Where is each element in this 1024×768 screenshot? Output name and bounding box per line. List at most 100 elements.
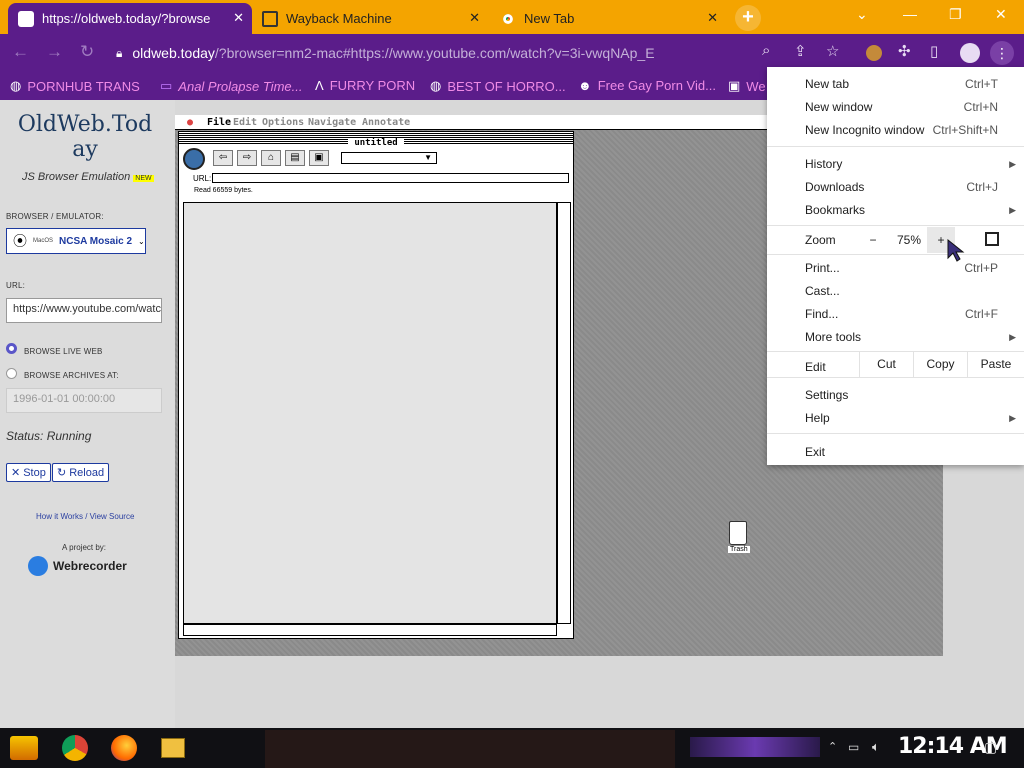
- archive-building-icon: [262, 10, 278, 27]
- chevron-up-icon[interactable]: ⌃: [828, 740, 837, 753]
- menu-navigate[interactable]: Navigate: [308, 117, 356, 128]
- menu-downloads[interactable]: Downloads: [805, 180, 864, 194]
- menu-more-tools[interactable]: More tools: [805, 330, 861, 344]
- notification-icon[interactable]: ▢: [984, 739, 997, 756]
- back-arrow-icon[interactable]: ⇦: [213, 150, 233, 166]
- menu-file[interactable]: File: [207, 117, 231, 128]
- new-badge: NEW: [133, 175, 154, 182]
- menu-help[interactable]: Help: [805, 411, 830, 425]
- save-icon[interactable]: ▣: [309, 150, 329, 166]
- menu-find[interactable]: Find...: [805, 307, 838, 321]
- tab-search-icon[interactable]: ⌄: [856, 6, 868, 23]
- bookmark-item[interactable]: ◍ BEST OF HORRO...: [430, 78, 566, 94]
- menu-kebab-icon[interactable]: ⋮: [990, 41, 1014, 65]
- zoom-magnifier-icon[interactable]: ⌕: [762, 42, 770, 59]
- window-title: untitled: [348, 138, 404, 148]
- archive-date-input[interactable]: 1996-01-01 00:00:00: [6, 388, 162, 413]
- firefox-taskbar-icon[interactable]: [111, 735, 137, 761]
- history-dropdown[interactable]: ▼: [341, 152, 437, 164]
- menu-cast[interactable]: Cast...: [805, 284, 840, 298]
- menu-zoom: Zoom: [805, 233, 836, 247]
- bookmark-label: Anal Prolapse Time...: [178, 78, 303, 94]
- menu-new-tab[interactable]: New tab: [805, 77, 849, 91]
- tagline: JS Browser Emulation NEW: [22, 171, 154, 183]
- home-icon[interactable]: ⌂: [261, 150, 281, 166]
- copy-button[interactable]: Copy: [913, 351, 967, 377]
- chevron-right-icon: ▶: [1009, 205, 1016, 215]
- menu-annotate[interactable]: Annotate: [362, 117, 410, 128]
- bookmark-item[interactable]: ▣ We: [728, 78, 766, 94]
- menu-new-window[interactable]: New window: [805, 100, 872, 114]
- browser-label: BROWSER / EMULATOR:: [6, 212, 104, 221]
- url-input[interactable]: https://www.youtube.com/watc: [6, 298, 162, 323]
- vertical-scrollbar[interactable]: [557, 202, 571, 624]
- network-icon[interactable]: ▭: [848, 740, 859, 754]
- bookmark-item[interactable]: ◍ PORNHUB TRANS: [10, 78, 140, 94]
- back-icon[interactable]: ←: [12, 42, 29, 62]
- tab-oldweb[interactable]: https://oldweb.today/?browse ✕: [8, 3, 252, 34]
- menu-options[interactable]: Options: [262, 117, 304, 128]
- trash-label: Trash: [728, 546, 750, 553]
- live-web-radio[interactable]: [6, 343, 17, 354]
- mosaic-content-area[interactable]: [183, 202, 557, 624]
- trash-icon[interactable]: [729, 521, 747, 545]
- tab-wayback[interactable]: Wayback Machine ✕: [252, 3, 488, 34]
- oldweb-sidebar: [0, 100, 175, 728]
- restore-icon[interactable]: ❐: [949, 6, 962, 23]
- mosaic-icon: ⦿: [13, 233, 27, 249]
- close-icon[interactable]: ✕: [707, 10, 718, 26]
- webrecorder-link[interactable]: Webrecorder: [28, 556, 127, 576]
- separator: [767, 377, 1024, 378]
- horizontal-scrollbar[interactable]: [183, 624, 557, 636]
- chevron-down-icon: ⌄: [138, 236, 145, 246]
- menu-incognito[interactable]: New Incognito window: [805, 123, 924, 137]
- menu-print[interactable]: Print...: [805, 261, 840, 275]
- minimize-icon[interactable]: —: [903, 6, 917, 22]
- bookmark-item[interactable]: ▭ Anal Prolapse Time...: [160, 78, 302, 94]
- zoom-out-button[interactable]: −: [859, 227, 887, 253]
- apple-icon[interactable]: ●: [187, 117, 193, 128]
- volume-icon[interactable]: 🔈︎: [872, 739, 880, 755]
- profile-icon[interactable]: [960, 43, 980, 63]
- archive-radio[interactable]: [6, 368, 17, 379]
- close-icon[interactable]: ✕: [233, 10, 244, 26]
- menu-history[interactable]: History: [805, 157, 842, 171]
- window-titlebar[interactable]: untitled: [179, 132, 573, 148]
- reload-icon[interactable]: ↻: [80, 42, 94, 62]
- share-icon[interactable]: ⇪: [794, 42, 807, 60]
- bookmark-icon: ▣: [728, 78, 741, 93]
- close-icon[interactable]: ✕: [469, 10, 480, 26]
- close-window-icon[interactable]: ✕: [995, 6, 1007, 23]
- file-explorer-icon[interactable]: [161, 738, 185, 758]
- extension-avatar-icon[interactable]: [866, 45, 882, 61]
- star-icon[interactable]: ☆: [826, 42, 839, 60]
- puzzle-icon[interactable]: ✣: [898, 42, 911, 60]
- fullscreen-icon[interactable]: [985, 232, 999, 246]
- address-bar[interactable]: 🔒︎ oldweb.today /?browser=nm2-mac#https:…: [106, 40, 746, 66]
- reload-button[interactable]: ↻ Reload: [52, 463, 110, 482]
- taskbar-decoration: [690, 737, 820, 757]
- browser-select[interactable]: ⦿ MacOS NCSA Mosaic 2 ⌄: [6, 228, 146, 254]
- forward-icon[interactable]: →: [46, 42, 63, 62]
- source-links[interactable]: How it Works / View Source: [36, 512, 134, 521]
- forward-arrow-icon[interactable]: ⇨: [237, 150, 257, 166]
- oldweb-logo: OldWeb.Tod ay: [17, 112, 153, 162]
- bookmark-item[interactable]: ☻ Free Gay Porn Vid...: [578, 78, 716, 93]
- menu-settings[interactable]: Settings: [805, 388, 848, 402]
- bookmark-item[interactable]: Λ FURRY PORN: [315, 78, 415, 93]
- menu-exit[interactable]: Exit: [805, 445, 825, 459]
- menu-edit[interactable]: Edit: [233, 117, 257, 128]
- new-tab-button[interactable]: +: [735, 5, 761, 31]
- cut-button[interactable]: Cut: [859, 351, 913, 377]
- project-by: A project by:: [62, 543, 107, 552]
- start-button-icon[interactable]: [10, 736, 38, 760]
- stop-button[interactable]: ✕ Stop: [6, 463, 51, 482]
- bookmark-icon: Λ: [315, 78, 324, 93]
- mosaic-url-field[interactable]: [212, 173, 569, 183]
- side-panel-icon[interactable]: ▯: [930, 42, 938, 60]
- chrome-taskbar-icon[interactable]: [62, 735, 88, 761]
- menu-bookmarks[interactable]: Bookmarks: [805, 203, 865, 217]
- paste-button[interactable]: Paste: [967, 351, 1024, 377]
- reload-doc-icon[interactable]: ▤: [285, 150, 305, 166]
- tab-new[interactable]: New Tab ✕: [490, 3, 726, 34]
